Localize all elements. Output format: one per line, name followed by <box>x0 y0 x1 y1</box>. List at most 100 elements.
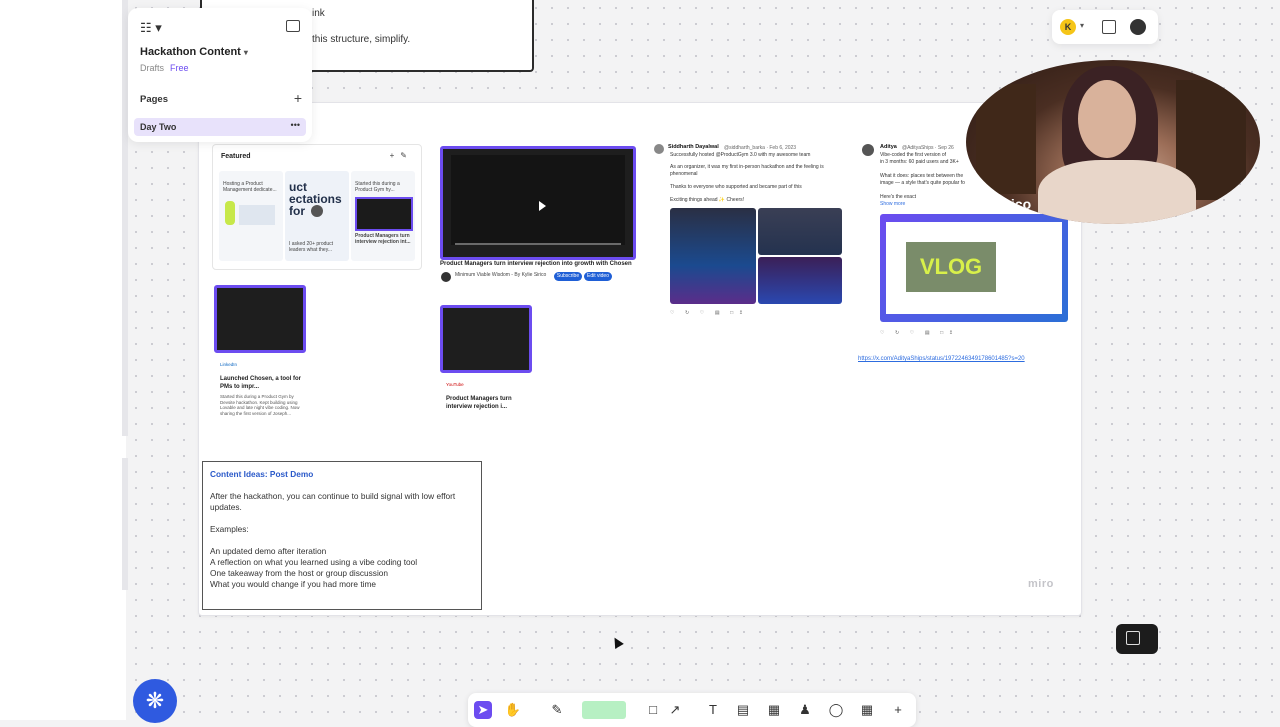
select-icon[interactable]: ➤ <box>474 701 492 719</box>
comment-icon[interactable]: ◯ <box>827 701 845 719</box>
add-page-icon[interactable]: + <box>294 90 302 106</box>
featured-heading: Featured <box>221 153 251 160</box>
mouse-cursor <box>610 635 624 649</box>
tweet-line: Exciting things ahead ✨ Cheers! <box>670 197 745 203</box>
tweet-photo[interactable] <box>758 208 842 255</box>
featured-post-3-text: Started this during a Product Gym hy... <box>355 181 400 193</box>
tweet-line: Vibe-coded the first version of <box>880 152 947 158</box>
note-item: An updated demo after iteration <box>210 546 327 556</box>
video-embed-small[interactable] <box>440 305 532 373</box>
youtube-card-title: Product Managers turn interview rejectio… <box>446 396 512 410</box>
apps-icon[interactable]: ▦ <box>858 701 876 719</box>
tweet-line: As an organizer, it was my first in-pers… <box>670 164 824 177</box>
tweet-actions[interactable]: ♡ ↻ ♡ ▤ □ ↥ <box>880 330 1068 336</box>
layout-icon[interactable] <box>1102 20 1116 34</box>
pages-heading: Pages <box>140 94 168 105</box>
featured-post-1[interactable]: Hosting a Product Management dedicate... <box>219 171 283 261</box>
video-caption: Product Managers turn interview rejectio… <box>440 261 632 267</box>
collab-toolbar: K ▾ <box>1052 10 1158 44</box>
youtube-source: YouTube <box>446 382 464 387</box>
chevron-down-icon[interactable]: ▾ <box>1080 21 1084 30</box>
show-more-link[interactable]: Show more <box>880 201 905 208</box>
featured-post-1-text: Hosting a Product Management dedicate... <box>223 181 277 193</box>
featured-post-3[interactable]: Started this during a Product Gym hy... … <box>351 171 415 261</box>
linkedin-source: LinkedIn <box>220 362 238 367</box>
webcam-overlay: esirico <box>966 60 1260 224</box>
note-item: One takeaway from the host or group disc… <box>210 568 389 578</box>
minimap-icon <box>1126 631 1140 645</box>
tweet-line: Successfully hosted @ProductGym 3.0 with… <box>670 152 811 158</box>
presenter-face <box>1078 80 1136 158</box>
play-icon[interactable] <box>539 201 546 211</box>
tweet-photo[interactable] <box>670 208 756 304</box>
minimap-button[interactable] <box>1116 624 1158 654</box>
youtube-card[interactable]: YouTube Product Managers turn interview … <box>440 376 532 416</box>
presenter-body <box>1038 160 1196 224</box>
frame-icon[interactable]: ▤ <box>734 701 752 719</box>
note-item: A reflection on what you learned using a… <box>210 557 418 567</box>
post-graphic <box>239 205 275 225</box>
featured-embed[interactable]: Featured +✎ Hosting a Product Management… <box>212 144 422 270</box>
channel-name: Minimum Viable Wisdom - By Kylie Sirico <box>455 272 547 278</box>
pen-icon[interactable]: ✎ <box>548 701 566 719</box>
note-item: What you would change if you had more ti… <box>210 579 377 589</box>
note-text: updates. <box>210 502 242 512</box>
tweet-photo[interactable] <box>758 257 842 304</box>
add-icon[interactable]: + <box>889 701 907 719</box>
featured-actions-icon[interactable]: +✎ <box>390 151 413 160</box>
video-thumbnail <box>355 197 413 231</box>
tweet-url-link[interactable]: https://x.com/AdityaShips/status/1972246… <box>858 356 1025 362</box>
board-menu-icon[interactable]: ☷ ▾ <box>140 20 162 36</box>
user-icon[interactable] <box>1130 19 1146 35</box>
creation-toolbar: ➤ ✋ ✎ □ ↗ T ▤ ▦ ♟ ◯ ▦ + <box>468 693 916 727</box>
tweet-line: image — a style that's quite popular fo <box>880 180 965 186</box>
text-icon[interactable]: T <box>704 701 722 719</box>
play-icon[interactable] <box>311 205 323 217</box>
linkedin-card-title: Launched Chosen, a tool for PMs to impr.… <box>220 376 302 390</box>
linkedin-video[interactable] <box>214 285 306 353</box>
featured-post-2[interactable]: uct ectations for I asked 20+ product le… <box>285 171 349 261</box>
tweet-line: Here's the exact <box>880 194 916 200</box>
plan-badge[interactable]: Free <box>170 63 189 73</box>
pages-panel: ☷ ▾ Hackathon Content ▾ Drafts Free Pages… <box>128 8 312 142</box>
board-title[interactable]: Hackathon Content ▾ <box>140 46 248 58</box>
tweet-line: What it does: places text between the <box>880 173 964 179</box>
sticky-note-icon[interactable] <box>582 701 626 719</box>
tweet-actions[interactable]: ♡ ↻ ♡ ▤ □ ↥ <box>670 310 840 316</box>
hand-icon[interactable]: ✋ <box>504 701 522 719</box>
stamp-icon[interactable]: ♟ <box>796 701 814 719</box>
linkedin-card[interactable]: LinkedIn Launched Chosen, a tool for PMs… <box>214 356 308 418</box>
webcam-name-overlay: esirico <box>986 196 1032 212</box>
video-frame <box>451 155 625 245</box>
tweet-line: Thanks to everyone who supported and bec… <box>670 184 802 190</box>
miro-watermark: miro <box>1028 578 1054 590</box>
shape-icon[interactable]: □ <box>644 701 662 719</box>
top-frame-line-2: this structure, simplify. <box>312 34 411 45</box>
tweet-avatar <box>654 144 664 154</box>
content-ideas-note[interactable]: Content Ideas: Post Demo After the hacka… <box>202 461 482 610</box>
avatar[interactable]: K <box>1060 19 1076 35</box>
left-rail <box>0 0 126 720</box>
table-icon[interactable]: ▦ <box>765 701 783 719</box>
tweet-author: Siddharth Dayalwal <box>668 144 719 150</box>
page-label: Day Two <box>140 122 177 132</box>
connector-icon[interactable]: ↗ <box>666 701 684 719</box>
tweet-embed-1[interactable]: Siddharth Dayalwal @siddharth_barka · Fe… <box>654 142 844 317</box>
note-title: Content Ideas: Post Demo <box>210 469 314 479</box>
bookshelf-image-left <box>976 84 1036 194</box>
video-progress[interactable] <box>455 243 621 245</box>
tweet-handle: @AdityaShips · Sep 26 <box>902 145 954 151</box>
note-text: After the hackathon, you can continue to… <box>210 491 456 501</box>
assistant-fab-icon[interactable]: ❋ <box>133 679 177 723</box>
tweet-media[interactable]: VLOG <box>880 214 1068 322</box>
vlog-thumbnail: VLOG <box>906 242 996 292</box>
edit-video-button[interactable]: Edit video <box>584 272 612 281</box>
video-embed-main[interactable] <box>440 146 636 260</box>
subscribe-button[interactable]: Subscribe <box>554 272 582 281</box>
page-item-day-two[interactable]: Day Two ••• <box>134 118 306 136</box>
board-status: Drafts Free <box>140 63 189 73</box>
sidebar-toggle-icon[interactable] <box>286 20 300 32</box>
tweet-avatar <box>862 144 874 156</box>
page-more-icon[interactable]: ••• <box>291 120 300 130</box>
featured-post-3-caption: Product Managers turn interview rejectio… <box>355 233 411 245</box>
